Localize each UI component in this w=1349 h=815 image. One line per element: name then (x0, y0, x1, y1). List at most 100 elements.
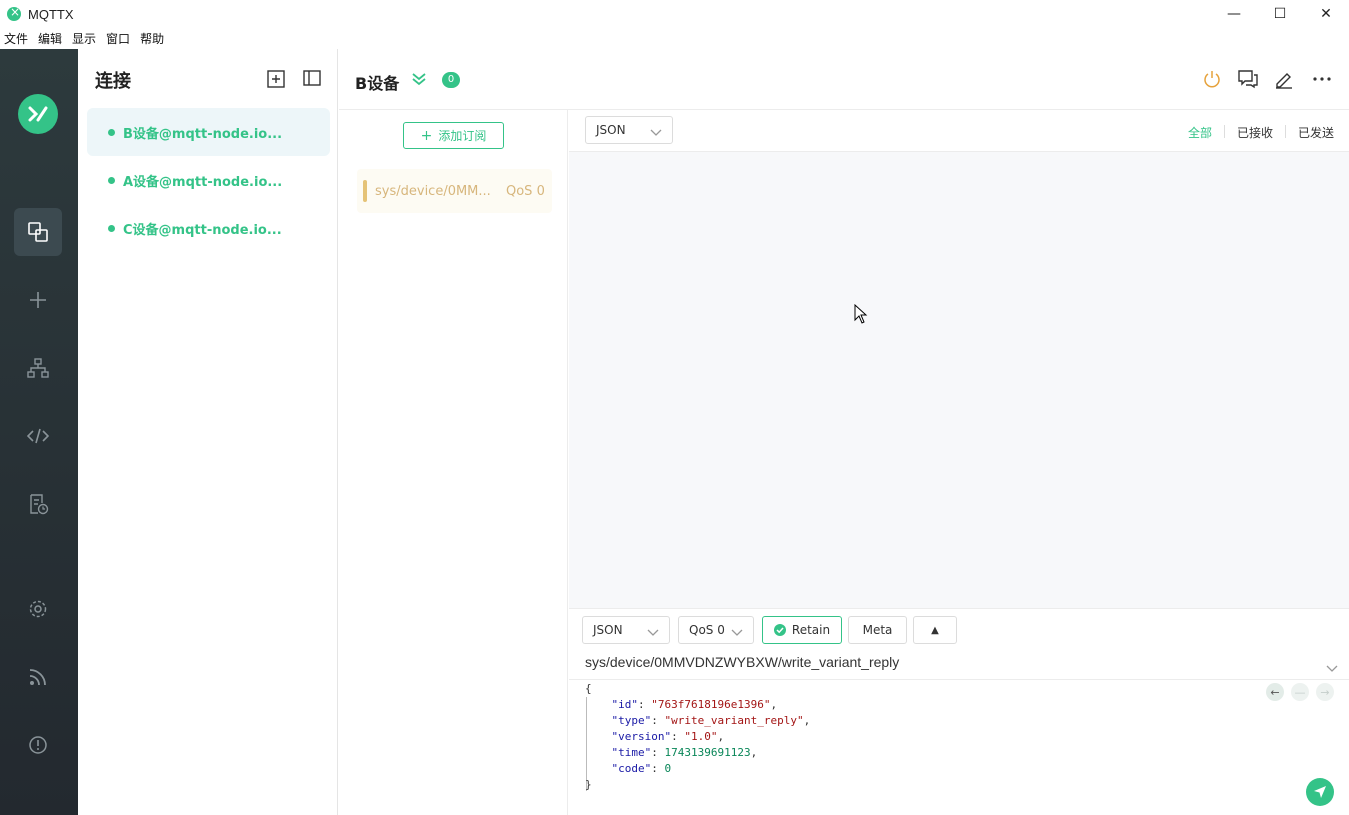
history-reset-icon[interactable]: — (1291, 683, 1309, 701)
menu-help[interactable]: 帮助 (140, 30, 164, 47)
double-chevron-down-icon[interactable] (411, 71, 427, 91)
close-button[interactable]: ✕ (1303, 0, 1349, 28)
menu-edit[interactable]: 编辑 (38, 30, 62, 47)
meta-label: Meta (862, 623, 893, 637)
connection-label: B设备@mqtt-node.io... (123, 126, 283, 142)
connection-name: B设备 (355, 74, 400, 93)
settings-icon[interactable] (14, 585, 62, 633)
topic-color-bar (363, 180, 367, 202)
retain-label: Retain (791, 623, 831, 637)
subscription-topic: sys/device/0MM... (375, 183, 491, 199)
menu-file[interactable]: 文件 (4, 30, 28, 47)
send-icon (1314, 786, 1326, 798)
meta-button[interactable]: Meta (848, 616, 907, 644)
menu-bar: 文件 编辑 显示 窗口 帮助 (0, 28, 1349, 49)
log-icon[interactable] (14, 480, 62, 528)
info-icon[interactable] (14, 721, 62, 769)
message-count-badge: 0 (442, 72, 460, 88)
code-line: } (585, 777, 810, 793)
add-subscription-button[interactable]: + 添加订阅 (403, 122, 504, 149)
chat-icon[interactable] (1238, 69, 1258, 93)
chevron-down-icon (650, 126, 662, 140)
chevron-down-icon[interactable] (1326, 658, 1338, 677)
check-icon (773, 624, 786, 636)
json-value: "763f7618196e1396" (651, 698, 771, 711)
history-forward-icon[interactable]: → (1316, 683, 1334, 701)
messages-list[interactable] (569, 152, 1349, 608)
connection-item[interactable]: C设备@mqtt-node.io... (87, 204, 330, 252)
code-line: "type": "write_variant_reply", (611, 714, 811, 727)
json-key: "id" (611, 698, 639, 711)
plus-icon: + (420, 127, 433, 144)
online-status-dot (108, 176, 115, 184)
connection-label: C设备@mqtt-node.io... (123, 222, 282, 238)
code-line: "time": 1743139691123, (611, 746, 758, 759)
tab-all[interactable]: 全部 (1188, 124, 1212, 141)
publish-format-value: JSON (593, 623, 623, 637)
publish-format-select[interactable]: JSON (582, 616, 670, 644)
divider (1224, 125, 1225, 138)
retain-toggle[interactable]: Retain (762, 616, 842, 644)
history-back-icon[interactable]: ← (1266, 683, 1284, 701)
subscription-item[interactable]: sys/device/0MM... QoS 0 (357, 169, 552, 213)
qos-value: QoS 0 (689, 623, 725, 637)
disconnect-icon[interactable] (1202, 69, 1222, 93)
tab-sent[interactable]: 已发送 (1298, 124, 1334, 141)
collapse-panel-icon[interactable] (303, 70, 321, 90)
json-brace: { (585, 682, 592, 695)
json-key: "code" (611, 762, 652, 775)
online-status-dot (108, 128, 115, 136)
minimize-button[interactable]: — (1211, 0, 1257, 28)
json-value: 0 (664, 762, 672, 775)
connection-item[interactable]: B设备@mqtt-node.io... (87, 108, 330, 156)
divider (569, 679, 1349, 680)
online-status-dot (108, 224, 115, 232)
code-line: "id": "763f7618196e1396", (611, 698, 778, 711)
tab-received[interactable]: 已接收 (1237, 124, 1273, 141)
qos-select[interactable]: QoS 0 (678, 616, 754, 644)
more-icon[interactable] (1312, 69, 1332, 93)
topology-icon[interactable] (14, 344, 62, 392)
divider (1285, 125, 1286, 138)
left-nav-bar (0, 49, 78, 815)
expand-button[interactable]: ▲ (913, 616, 957, 644)
subscriptions-panel: + 添加订阅 sys/device/0MM... QoS 0 (339, 110, 568, 815)
connections-panel: 连接 B设备@mqtt-node.io... A设备@mqtt-node.io.… (78, 49, 338, 815)
code-icon[interactable] (14, 412, 62, 460)
connection-item[interactable]: A设备@mqtt-node.io... (87, 156, 330, 204)
maximize-button[interactable]: ☐ (1257, 0, 1303, 28)
mouse-cursor-icon (854, 303, 868, 328)
payload-format-value: JSON (596, 123, 626, 137)
app-title: MQTTX (28, 6, 74, 22)
code-line: "version": "1.0", (611, 730, 725, 743)
code-line: { (585, 681, 810, 697)
json-key: "version" (611, 730, 672, 743)
json-value: "1.0" (684, 730, 718, 743)
send-button[interactable] (1306, 778, 1334, 806)
menu-window[interactable]: 窗口 (106, 30, 130, 47)
caret-up-icon: ▲ (931, 624, 939, 636)
title-bar: MQTTX — ☐ ✕ (0, 0, 1349, 28)
chevron-down-icon (731, 626, 743, 640)
json-value: "write_variant_reply" (664, 714, 804, 727)
feed-icon[interactable] (14, 653, 62, 701)
json-value: 1743139691123 (664, 746, 751, 759)
publish-topic-input[interactable]: sys/device/0MMVDNZWYBXW/write_variant_re… (585, 654, 899, 670)
menu-view[interactable]: 显示 (72, 30, 96, 47)
chevron-down-icon (647, 626, 659, 640)
json-brace: } (585, 778, 592, 791)
json-key: "type" (611, 714, 652, 727)
message-toolbar: JSON 全部 已接收 已发送 (569, 110, 1349, 152)
connection-header: B设备 0 (339, 49, 1349, 110)
connection-label: A设备@mqtt-node.io... (123, 174, 283, 190)
app-logo-icon (7, 5, 21, 21)
new-connection-icon[interactable] (267, 70, 285, 92)
connections-title: 连接 (95, 71, 131, 92)
mqttx-logo-icon (18, 94, 58, 134)
edit-icon[interactable] (1274, 69, 1294, 93)
payload-format-select[interactable]: JSON (585, 116, 673, 144)
payload-editor[interactable]: { "id": "763f7618196e1396", "type": "wri… (585, 681, 810, 793)
plus-icon[interactable] (14, 276, 62, 324)
json-key: "time" (611, 746, 652, 759)
connections-icon[interactable] (14, 208, 62, 256)
